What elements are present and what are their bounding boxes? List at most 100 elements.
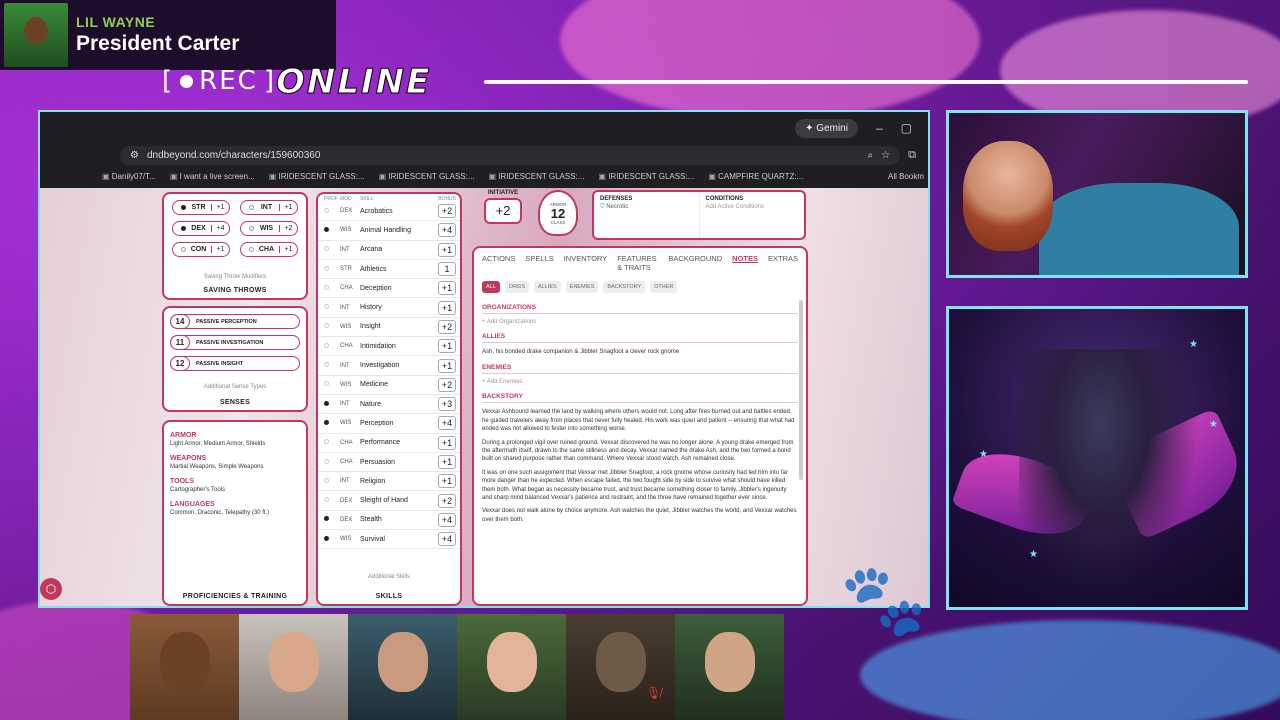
all-bookmarks[interactable]: All Bookm: [888, 172, 928, 181]
tab-actions[interactable]: ACTIONS: [482, 254, 515, 272]
saving-throw-cha[interactable]: CHA +1: [240, 242, 298, 257]
bookmark-item[interactable]: IRIDESCENT GLASS:...: [489, 172, 584, 181]
defenses-conditions: DEFENSES ⛉ Necrotic CONDITIONS Add Activ…: [592, 190, 806, 240]
url-field[interactable]: ⚙ dndbeyond.com/characters/159600360 ⌕ ☆: [120, 145, 901, 165]
divider: [484, 80, 1248, 84]
skill-row[interactable]: INT Arcana +1: [318, 241, 460, 260]
skill-bonus: +2: [438, 493, 456, 508]
scrollbar[interactable]: [799, 300, 803, 480]
bookmark-item[interactable]: IRIDESCENT GLASS:...: [379, 172, 474, 181]
tab-background[interactable]: BACKGROUND: [668, 254, 722, 272]
tab-spells[interactable]: SPELLS: [525, 254, 553, 272]
skill-row[interactable]: DEX Sleight of Hand +2: [318, 491, 460, 511]
filter-all[interactable]: ALL: [482, 281, 500, 293]
additional-sense-types[interactable]: Additional Sense Types: [164, 384, 306, 390]
saving-throw-int[interactable]: INT +1: [240, 200, 298, 215]
bookmark-item[interactable]: IRIDESCENT GLASS:...: [598, 172, 694, 181]
character-sheet: STR +1 INT +1 DEX +4 WIS +2 CON +1 CHA +1 Saving Th…: [40, 188, 928, 606]
skill-row[interactable]: INT Investigation +1: [318, 356, 460, 376]
proficiency-dot-icon: [324, 516, 329, 522]
weapons-value: Martial Weapons, Simple Weapons: [170, 464, 264, 470]
bookmark-item[interactable]: CAMPFIRE QUARTZ:...: [708, 172, 803, 181]
dice-roller-icon[interactable]: ⬡: [40, 578, 62, 600]
armor-heading: ARMOR: [170, 432, 197, 439]
gemini-button[interactable]: ✦ Gemini: [795, 118, 858, 138]
skill-row[interactable]: INT Nature +3: [318, 395, 460, 415]
passive-perception[interactable]: 14 PASSIVE PERCEPTION: [170, 314, 300, 329]
skill-name: Religion: [360, 477, 386, 485]
proficiency-dot-icon: [324, 419, 329, 425]
webcam-dragon: ★ ★ ★ ★: [946, 306, 1248, 610]
skill-row[interactable]: CHA Deception +1: [318, 279, 460, 299]
extensions-icon[interactable]: ⧉: [908, 149, 916, 162]
backstory-heading: BACKSTORY: [482, 393, 798, 404]
skill-row[interactable]: INT Religion +1: [318, 472, 460, 492]
bookmark-star-icon[interactable]: ☆: [881, 150, 890, 161]
passive-investigation[interactable]: 11 PASSIVE INVESTIGATION: [170, 335, 300, 350]
proficiency-dot-icon: [324, 246, 329, 252]
additional-skills[interactable]: Additional Skills: [318, 574, 460, 580]
tab-inventory[interactable]: INVENTORY: [564, 254, 607, 272]
bookmark-item[interactable]: IRIDESCENT GLASS:...: [269, 172, 365, 181]
add-enemies-link[interactable]: + Add Enemies: [482, 379, 798, 385]
skill-row[interactable]: STR Athletics 1: [318, 260, 460, 280]
skill-name: Nature: [360, 400, 382, 408]
saving-throw-dex[interactable]: DEX +4: [172, 221, 230, 236]
filter-backstory[interactable]: BACKSTORY: [603, 281, 646, 293]
bg-swirl: [560, 0, 980, 120]
tab-extras[interactable]: EXTRAS: [768, 254, 798, 272]
online-label: ONLINE: [275, 62, 432, 103]
zoom-icon[interactable]: ⌕: [868, 150, 874, 161]
defenses[interactable]: DEFENSES ⛉ Necrotic: [594, 192, 700, 238]
skill-row[interactable]: WIS Medicine +2: [318, 376, 460, 395]
skill-row[interactable]: DEX Stealth +4: [318, 511, 460, 531]
bookmark-item[interactable]: Danily07/T...: [102, 172, 156, 181]
saving-throw-con[interactable]: CON +1: [172, 242, 230, 257]
minimize-icon[interactable]: –: [876, 121, 883, 135]
skill-row[interactable]: CHA Persuasion +1: [318, 453, 460, 473]
skill-row[interactable]: INT History +1: [318, 298, 460, 318]
saving-throw-str[interactable]: STR +1: [172, 200, 230, 215]
saving-throw-wis[interactable]: WIS +2: [240, 221, 298, 236]
save-bonus: +2: [279, 225, 297, 232]
skill-modifier: WIS: [340, 420, 352, 427]
tab-features-traits[interactable]: FEATURES & TRAITS: [617, 254, 658, 272]
address-bar: ⚙ dndbeyond.com/characters/159600360 ⌕ ☆…: [40, 144, 928, 166]
skill-name: Deception: [360, 284, 392, 292]
tab-notes[interactable]: NOTES: [732, 254, 758, 272]
avatar: [269, 632, 319, 692]
skill-row[interactable]: CHA Performance +1: [318, 434, 460, 453]
backstory-paragraph: Vexxar Ashbound learned the land by walk…: [482, 409, 795, 433]
save-bonus: +1: [279, 204, 297, 211]
site-settings-icon[interactable]: ⚙: [130, 150, 139, 161]
tab-bar: ACTIONS SPELLS INVENTORY FEATURES & TRAITS B…: [474, 248, 806, 278]
proficiency-dot-icon: [324, 439, 329, 445]
filter-orgs[interactable]: ORGS: [504, 281, 529, 293]
saving-throw-modifiers[interactable]: Saving Throw Modifiers: [164, 274, 306, 280]
filter-other[interactable]: OTHER: [650, 281, 678, 293]
skill-row[interactable]: WIS Insight +2: [318, 318, 460, 338]
maximize-icon[interactable]: ▢: [901, 121, 912, 135]
skill-row[interactable]: CHA Intimidation +1: [318, 337, 460, 357]
skill-row[interactable]: WIS Survival +4: [318, 530, 460, 550]
skill-row[interactable]: DEX Acrobatics +2: [318, 202, 460, 222]
armor-class-shield[interactable]: ARMOR 12 CLASS: [538, 190, 578, 236]
filter-allies[interactable]: ALLIES: [534, 281, 561, 293]
bookmark-item[interactable]: I want a live screen...: [170, 172, 255, 181]
passive-insight[interactable]: 12 PASSIVE INSIGHT: [170, 356, 300, 371]
avatar: [160, 632, 210, 692]
skills-title: SKILLS: [375, 593, 403, 600]
skill-bonus: +1: [438, 358, 456, 373]
conditions[interactable]: CONDITIONS Add Active Conditions: [700, 192, 805, 238]
save-bonus: +1: [211, 246, 229, 253]
skill-bonus: +1: [438, 242, 456, 257]
initiative-box[interactable]: INITIATIVE +2: [484, 190, 522, 224]
ability-label: CHA: [258, 246, 275, 253]
skill-row[interactable]: WIS Animal Handling +4: [318, 221, 460, 241]
add-organizations-link[interactable]: + Add Organizations: [482, 319, 798, 325]
rec-dot-icon: [180, 74, 194, 88]
filter-enemies[interactable]: ENEMIES: [565, 281, 599, 293]
skill-row[interactable]: WIS Perception +4: [318, 414, 460, 434]
star-icon: ★: [979, 449, 988, 460]
skill-bonus: +4: [438, 532, 456, 547]
